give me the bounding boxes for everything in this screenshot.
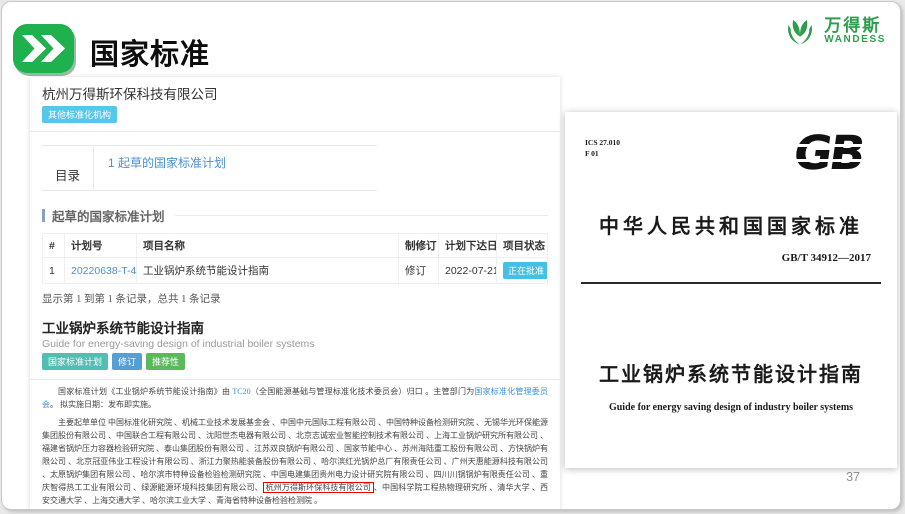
col-index: # — [43, 234, 65, 258]
table-record-summary: 显示第 1 到第 1 条记录，总共 1 条记录 — [42, 291, 548, 306]
gb-logo-icon: GB — [781, 128, 874, 180]
col-status: 项目状态 — [497, 234, 548, 258]
plan-number-link[interactable]: 20220638-T-469 — [71, 265, 137, 277]
plans-table: # 计划号 项目名称 制修订 计划下达日期 项目状态 1 20220638-T-… — [42, 233, 548, 284]
text: 国家标准计划《工业锅炉系统节能设计指南》由 — [58, 387, 232, 396]
cover-title-en: Guide for energy saving design of indust… — [565, 402, 897, 413]
col-issue-date: 计划下达日期 — [439, 234, 497, 258]
cell-index: 1 — [43, 258, 65, 284]
section-bar-icon — [42, 209, 45, 222]
wandess-logo: 万得斯 WANDESS — [782, 14, 886, 48]
section-header: 起草的国家标准计划 — [42, 206, 548, 225]
toc-box: 目录 1 起草的国家标准计划 — [42, 145, 377, 191]
divider — [581, 282, 881, 284]
standard-detail-block: 工业锅炉系统节能设计指南 Guide for energy-saving des… — [42, 317, 548, 370]
cover-heading: 中华人民共和国国家标准 — [565, 210, 897, 239]
highlighted-company: 杭州万得斯环保科技有限公司 — [263, 482, 374, 493]
text: 主要起草单位 中国标准化研究院 、机械工业技术发展基金会 、中国中元国际工程有限… — [42, 418, 548, 492]
table-header-row: # 计划号 项目名称 制修订 计划下达日期 项目状态 — [43, 234, 548, 258]
cover-title-cn: 工业锅炉系统节能设计指南 — [565, 358, 897, 387]
text: （全国能源基础与管理标准化技术委员会）归口 。主管部门为 — [251, 387, 475, 396]
cell-revision: 修订 — [399, 258, 439, 284]
tc20-link[interactable]: TC20 — [232, 387, 250, 396]
divider — [30, 131, 560, 132]
status-badge: 正在批准 — [503, 262, 548, 279]
slide: 国家标准 万得斯 WANDESS 杭州万得斯环保科技有限公司 其他标准化机构 目… — [1, 1, 901, 510]
company-name: 杭州万得斯环保科技有限公司 — [42, 83, 548, 103]
toc-label: 目录 — [42, 146, 94, 190]
standard-title-cn: 工业锅炉系统节能设计指南 — [42, 317, 548, 337]
divider — [30, 379, 560, 380]
standard-title-en: Guide for energy-saving design of indust… — [42, 338, 548, 350]
badge-revision: 修订 — [112, 353, 142, 370]
org-type-badge: 其他标准化机构 — [42, 106, 117, 123]
gb-standard-cover: ICS 27.010 F 01 GB 中华人民共和国国家标准 GB/T 3491… — [565, 112, 897, 468]
page-title: 国家标准 — [90, 31, 210, 73]
cell-project: 工业锅炉系统节能设计指南 — [137, 258, 399, 284]
section-title: 起草的国家标准计划 — [52, 206, 165, 225]
ics-code: ICS 27.010 — [585, 138, 620, 149]
text: 。 拟实施日期：发布即实施。 — [50, 400, 156, 409]
toc-link-drafted-plans[interactable]: 1 起草的国家标准计划 — [108, 156, 226, 170]
cell-date: 2022-07-21 — [439, 258, 497, 284]
brand-name-en: WANDESS — [824, 35, 886, 46]
table-row: 1 20220638-T-469 工业锅炉系统节能设计指南 修订 2022-07… — [43, 258, 548, 284]
paragraph-plan-info: 国家标准计划《工业锅炉系统节能设计指南》由 TC20（全国能源基础与管理标准化技… — [42, 385, 548, 411]
divider — [175, 215, 548, 216]
slide-page-number: 37 — [846, 470, 860, 484]
ics-classification: ICS 27.010 F 01 — [585, 138, 620, 159]
badge-recommended: 推荐性 — [146, 353, 185, 370]
col-project-name: 项目名称 — [137, 234, 399, 258]
doc-class-code: F 01 — [585, 149, 620, 160]
badge-national-plan: 国家标准计划 — [42, 353, 108, 370]
col-plan-no: 计划号 — [65, 234, 137, 258]
brand-name-cn: 万得斯 — [824, 17, 886, 35]
standard-plan-webpage-screenshot: 杭州万得斯环保科技有限公司 其他标准化机构 目录 1 起草的国家标准计划 起草的… — [30, 77, 560, 510]
col-revision: 制修订 — [399, 234, 439, 258]
standard-number: GB/T 34912—2017 — [782, 252, 871, 264]
double-chevron-icon — [13, 24, 74, 73]
paragraph-drafting-units: 主要起草单位 中国标准化研究院 、机械工业技术发展基金会 、中国中元国际工程有限… — [42, 416, 548, 507]
wandess-leaf-icon — [782, 14, 818, 48]
chevron-right-icon — [22, 35, 46, 62]
